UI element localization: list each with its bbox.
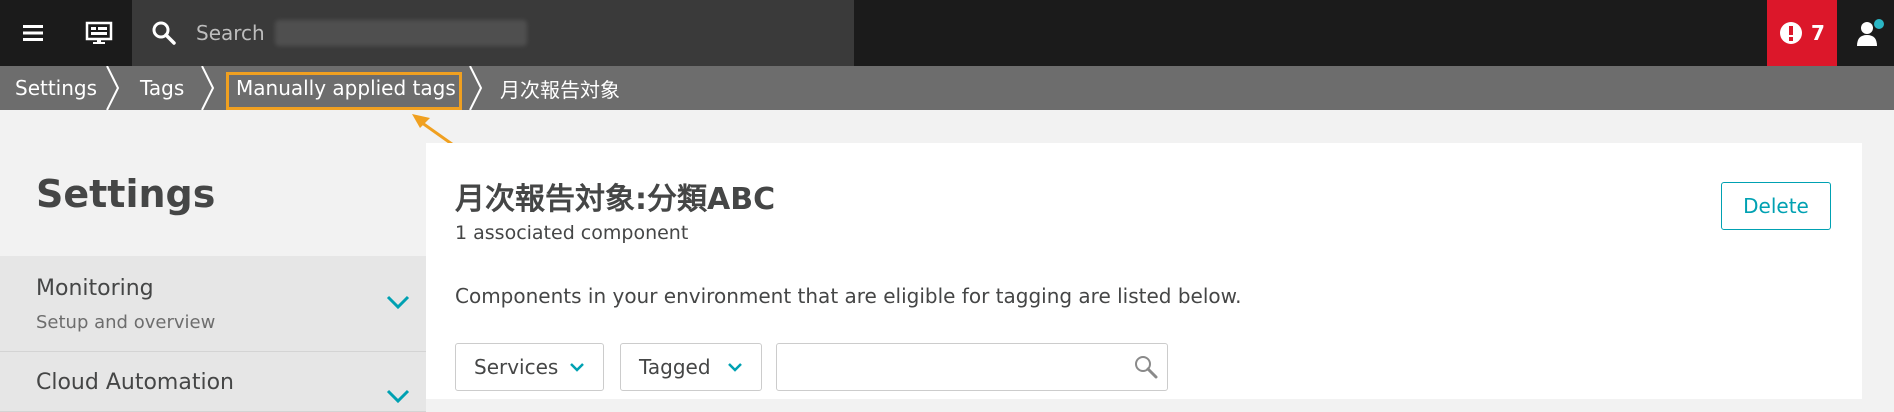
associated-count: 1 associated component (455, 222, 689, 244)
user-icon[interactable] (1846, 0, 1894, 66)
search-placeholder[interactable]: Search (196, 21, 265, 45)
alert-icon (1780, 22, 1803, 44)
search-bar[interactable]: Search (132, 0, 854, 66)
sidebar-item-sublabel: Setup and overview (36, 312, 216, 333)
alert-button[interactable]: 7 (1767, 0, 1837, 66)
tag-title: 月次報告対象:分類ABC (455, 182, 776, 217)
delete-button[interactable]: Delete (1721, 182, 1831, 230)
sidebar-title: Settings (36, 172, 216, 216)
chevron-down-icon (728, 363, 742, 372)
chevron-down-icon (570, 363, 584, 372)
sidebar-item-cloud-automation[interactable]: Cloud Automation (0, 352, 426, 412)
filter-input[interactable] (776, 343, 1168, 391)
search-icon (1135, 356, 1158, 379)
tag-status-value: Tagged (639, 355, 711, 379)
dashboard-icon[interactable] (66, 0, 132, 66)
blurred-search-text (274, 20, 527, 46)
top-bar: Search 7 (0, 0, 1894, 66)
tag-status-select[interactable]: Tagged (620, 343, 762, 391)
description-text: Components in your environment that are … (455, 284, 1242, 308)
sidebar-item-monitoring[interactable]: Monitoring Setup and overview (0, 256, 426, 352)
breadcrumb-current: 月次報告対象 (500, 77, 620, 102)
breadcrumb-settings[interactable]: Settings (15, 66, 97, 110)
chevron-down-icon (386, 295, 410, 310)
sidebar-item-label: Monitoring (36, 276, 154, 301)
breadcrumb-highlight-box (226, 72, 462, 110)
breadcrumb-tags[interactable]: Tags (140, 66, 184, 110)
chevron-down-icon (386, 389, 410, 404)
component-type-value: Services (474, 355, 559, 379)
search-icon (132, 0, 196, 66)
breadcrumb-separator-icon (106, 66, 120, 110)
sidebar-item-label: Cloud Automation (36, 370, 234, 395)
menu-icon[interactable] (0, 0, 66, 66)
alert-count: 7 (1811, 21, 1825, 45)
breadcrumb-separator-icon (201, 66, 215, 110)
breadcrumb-separator-icon (469, 66, 483, 110)
component-type-select[interactable]: Services (455, 343, 604, 391)
